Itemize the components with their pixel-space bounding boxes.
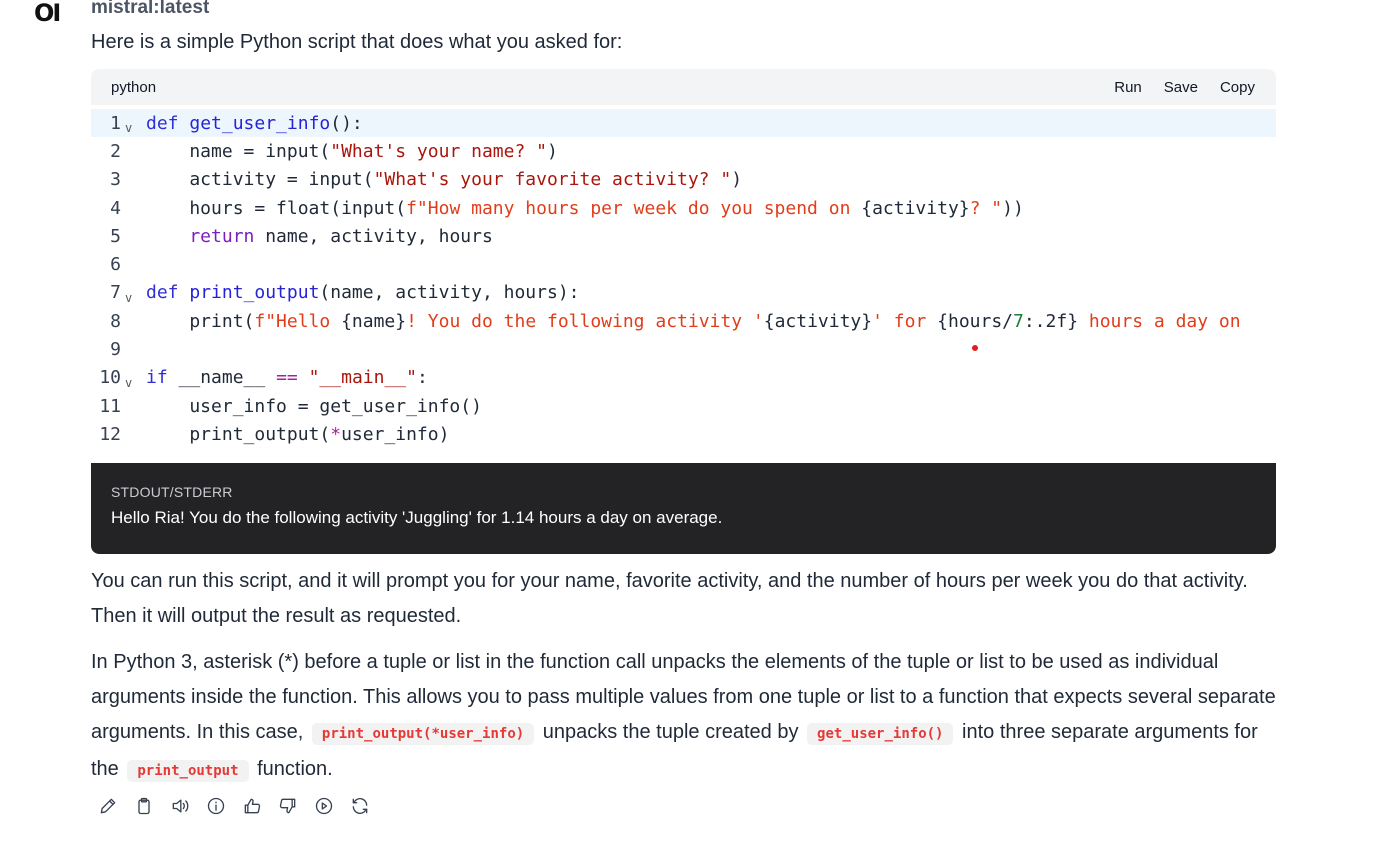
explanation-paragraph: You can run this script, and it will pro… — [91, 570, 1248, 627]
code-text: print_output(*user_info) — [146, 423, 450, 445]
code-line: 8 print(f"Hello {name}! You do the follo… — [91, 307, 1276, 335]
inline-code: print_output(*user_info) — [311, 723, 535, 745]
inline-code: print_output — [127, 760, 249, 782]
stdout-label: STDOUT/STDERR — [111, 484, 233, 500]
inline-code: get_user_info() — [807, 723, 954, 745]
save-button[interactable]: Save — [1164, 79, 1198, 96]
code-line: 6 — [91, 251, 1276, 279]
line-number: 8 — [110, 310, 121, 332]
code-text: if __name__ == "__main__": — [146, 367, 428, 389]
line-number: 7 — [110, 282, 121, 304]
fold-chevron-icon[interactable]: v — [121, 291, 146, 305]
copy-button[interactable]: Copy — [1220, 79, 1255, 96]
code-line: 1 v def get_user_info(): — [91, 109, 1276, 138]
code-line: 3 activity = input("What's your favorite… — [91, 166, 1276, 194]
code-text: def get_user_info(): — [146, 112, 363, 134]
code-text: hours = float(input(f"How many hours per… — [146, 197, 1024, 219]
fold-chevron-icon[interactable]: v — [121, 121, 146, 135]
stdout-panel: STDOUT/STDERR Hello Ria! You do the foll… — [91, 463, 1276, 554]
chat-message: OI mistral:latest Here is a simple Pytho… — [0, 0, 1400, 843]
code-header: python Run Save Copy — [91, 69, 1276, 105]
code-line: 11 user_info = get_user_info() — [91, 392, 1276, 420]
line-number: 11 — [99, 395, 121, 417]
line-number: 9 — [110, 339, 121, 361]
code-actions: Run Save Copy — [1114, 79, 1255, 96]
explanation-paragraph: In Python 3, asterisk (*) before a tuple… — [91, 651, 1276, 782]
code-line: 4 hours = float(input(f"How many hours p… — [91, 194, 1276, 222]
continue-icon[interactable] — [313, 795, 335, 817]
regenerate-icon[interactable] — [349, 795, 371, 817]
code-line: 9 — [91, 335, 1276, 363]
code-text: print(f"Hello {name}! You do the followi… — [146, 310, 1241, 332]
run-button[interactable]: Run — [1114, 79, 1142, 96]
code-text: user_info = get_user_info() — [146, 395, 482, 417]
code-line: 12 print_output(*user_info) — [91, 420, 1276, 448]
code-line: 5 return name, activity, hours — [91, 222, 1276, 250]
line-number: 10 — [99, 367, 121, 389]
line-number: 4 — [110, 197, 121, 219]
stdout-text: Hello Ria! You do the following activity… — [111, 508, 723, 527]
read-aloud-icon[interactable] — [169, 795, 191, 817]
line-number: 5 — [110, 225, 121, 247]
code-text: name = input("What's your name? ") — [146, 140, 558, 162]
code-line: 2 name = input("What's your name? ") — [91, 137, 1276, 165]
code-line: 10 v if __name__ == "__main__": — [91, 364, 1276, 392]
message-intro: Here is a simple Python script that does… — [91, 31, 623, 53]
thumbs-down-icon[interactable] — [277, 795, 299, 817]
thumbs-up-icon[interactable] — [241, 795, 263, 817]
info-icon[interactable] — [205, 795, 227, 817]
code-line: 7 v def print_output(name, activity, hou… — [91, 279, 1276, 307]
fold-chevron-icon[interactable]: v — [121, 376, 146, 390]
code-text: def print_output(name, activity, hours): — [146, 282, 580, 304]
code-text: return name, activity, hours — [146, 225, 493, 247]
message-actions — [97, 795, 371, 817]
model-avatar: OI — [34, 0, 61, 27]
code-language: python — [111, 78, 157, 96]
code-block: python Run Save Copy 1 v def get_user_in… — [91, 69, 1276, 554]
copy-icon[interactable] — [133, 795, 155, 817]
code-editor[interactable]: 1 v def get_user_info(): 2 name = input(… — [91, 105, 1276, 463]
line-number: 12 — [99, 423, 121, 445]
line-number: 3 — [110, 169, 121, 191]
line-number: 2 — [110, 140, 121, 162]
cursor-dot — [972, 345, 978, 351]
code-text: activity = input("What's your favorite a… — [146, 169, 743, 191]
model-name: mistral:latest — [91, 0, 210, 18]
edit-icon[interactable] — [97, 795, 119, 817]
line-number: 6 — [110, 254, 121, 276]
line-number: 1 — [110, 112, 121, 134]
